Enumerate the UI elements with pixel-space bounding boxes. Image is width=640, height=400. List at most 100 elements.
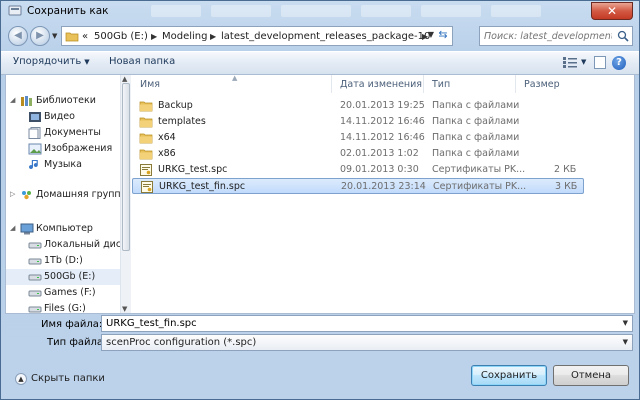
background-ghost <box>151 5 201 17</box>
navigation-scrollbar[interactable]: ▲ ▼ <box>120 75 131 313</box>
chevron-down-icon[interactable]: ▼ <box>623 338 628 346</box>
nav-item[interactable]: 1Tb (D:) <box>6 253 120 269</box>
column-header-name[interactable]: Имя ▲ <box>132 75 332 93</box>
background-ghost <box>361 5 411 17</box>
file-row[interactable]: templates 14.11.2012 16:46 Папка с файлами <box>132 114 584 130</box>
nav-item[interactable]: ◢ Библиотеки <box>6 93 120 109</box>
nav-item[interactable]: Музыка <box>6 157 120 173</box>
expander-icon[interactable]: ▷ <box>10 190 15 198</box>
file-row[interactable]: Backup 20.01.2013 19:25 Папка с файлами <box>132 98 584 114</box>
certificate-file-icon <box>141 181 153 193</box>
help-icon[interactable]: ? <box>612 56 626 70</box>
pictures-icon <box>28 143 42 155</box>
file-date: 14.11.2012 16:46 <box>340 116 425 127</box>
hide-folders-toggle[interactable]: ▲ Скрыть папки <box>15 373 105 387</box>
drive-icon <box>28 306 42 313</box>
nav-item[interactable]: Изображения <box>6 141 120 157</box>
background-ghost <box>421 5 481 17</box>
nav-item[interactable]: Games (F:) <box>6 285 120 301</box>
expander-icon[interactable]: ◢ <box>10 224 15 232</box>
address-row: ◀ ▶ ▼ « 500Gb (E:) ▶ Modeling ▶ latest_d… <box>1 23 639 49</box>
filename-label: Имя файла: <box>41 319 103 330</box>
forward-button[interactable]: ▶ <box>30 26 50 46</box>
libraries-icon <box>21 96 32 106</box>
breadcrumb-modeling[interactable]: Modeling <box>162 31 208 42</box>
breadcrumb-separator-icon[interactable]: ▶ <box>210 32 216 41</box>
nav-item[interactable]: 500Gb (E:) <box>6 269 120 285</box>
command-toolbar: Упорядочить ▼ Новая папка ▼ ? <box>1 51 639 75</box>
background-ghost <box>211 5 271 17</box>
back-button[interactable]: ◀ <box>8 26 28 46</box>
file-size: 2 КБ <box>554 164 577 175</box>
drive-icon <box>28 258 42 265</box>
nav-item[interactable]: Видео <box>6 109 120 125</box>
view-options-dropdown-icon[interactable]: ▼ <box>581 58 586 66</box>
folder-icon <box>139 101 153 112</box>
column-header-size[interactable]: Размер <box>516 75 584 93</box>
new-folder-button[interactable]: Новая папка <box>109 56 175 67</box>
breadcrumb-drive[interactable]: 500Gb (E:) <box>94 31 148 42</box>
file-name: x86 <box>158 148 176 159</box>
chevron-down-icon: ▼ <box>84 58 90 66</box>
file-type: Папка с файлами <box>432 148 520 159</box>
forward-arrow-icon: ▶ <box>36 30 44 41</box>
file-name: x64 <box>158 132 176 143</box>
search-icon[interactable] <box>617 30 629 42</box>
column-header-name-label: Имя <box>140 79 160 90</box>
file-date: 20.01.2013 23:14 <box>341 181 426 192</box>
preview-pane-icon[interactable] <box>594 56 606 69</box>
title-bar[interactable]: Сохранить как ✕ <box>1 1 639 23</box>
close-icon: ✕ <box>606 4 618 18</box>
breadcrumb-current-folder[interactable]: latest_development_releases_package-10 <box>221 31 430 42</box>
cancel-button[interactable]: Отмена <box>553 365 629 386</box>
save-as-dialog: Сохранить как ✕ ◀ ▶ ▼ « 500Gb (E:) ▶ Mod… <box>0 0 640 400</box>
file-name: Backup <box>158 100 193 111</box>
nav-item-label: Библиотеки <box>36 95 96 106</box>
address-history-dropdown-icon[interactable]: ▼ <box>428 30 434 39</box>
file-row[interactable]: URKG_test_fin.spc 20.01.2013 23:14 Сертифи… <box>132 178 584 194</box>
scroll-up-icon[interactable]: ▲ <box>122 75 127 83</box>
drive-icon <box>28 242 42 249</box>
chevron-down-icon[interactable]: ▼ <box>623 319 628 327</box>
breadcrumb-overflow[interactable]: « <box>82 31 88 42</box>
folder-icon <box>139 117 153 128</box>
file-row[interactable]: URKG_test.spc 09.01.2013 0:30 Сертификаты … <box>132 162 584 178</box>
file-row[interactable]: x64 14.11.2012 16:46 Папка с файлами <box>132 130 584 146</box>
view-options-icon[interactable] <box>563 57 577 68</box>
background-ghost <box>491 5 541 17</box>
close-button[interactable]: ✕ <box>591 2 633 20</box>
search-input[interactable] <box>484 29 612 43</box>
nav-item-label: Компьютер <box>36 223 93 234</box>
back-arrow-icon: ◀ <box>14 30 22 41</box>
nav-item[interactable]: ▷ Домашняя группа <box>6 187 120 203</box>
nav-item[interactable]: Локальный диск <box>6 237 120 253</box>
refresh-icon[interactable]: ⇆ <box>436 28 450 44</box>
nav-item[interactable]: ◢ Компьютер <box>6 221 120 237</box>
recent-pages-dropdown-icon[interactable]: ▼ <box>52 32 57 40</box>
file-name: templates <box>158 116 206 127</box>
filetype-select[interactable]: scenProc configuration (*.spc) ▼ <box>101 334 633 351</box>
column-header-date[interactable]: Дата изменения <box>332 75 424 93</box>
file-date: 02.01.2013 1:02 <box>340 148 419 159</box>
nav-item[interactable]: Files (G:) <box>6 301 120 313</box>
column-header-type[interactable]: Тип <box>424 75 516 93</box>
nav-item-label: Видео <box>44 111 75 122</box>
expander-icon[interactable]: ◢ <box>10 96 15 104</box>
save-button[interactable]: Сохранить <box>471 365 547 386</box>
scroll-down-icon[interactable]: ▼ <box>122 305 127 313</box>
video-icon <box>29 112 41 122</box>
scrollbar-thumb[interactable] <box>122 83 130 251</box>
file-row[interactable]: x86 02.01.2013 1:02 Папка с файлами <box>132 146 584 162</box>
chevron-up-icon: ▲ <box>15 373 27 385</box>
address-bar[interactable]: « 500Gb (E:) ▶ Modeling ▶ latest_develop… <box>61 26 453 46</box>
filename-combobox[interactable]: ▼ <box>101 315 633 332</box>
navigation-pane: ◢ Библиотеки Видео Документы Изображения Музы… <box>6 75 120 313</box>
nav-item[interactable]: Документы <box>6 125 120 141</box>
breadcrumb-separator-icon[interactable]: ▶ <box>151 32 157 41</box>
organize-button[interactable]: Упорядочить ▼ <box>13 56 90 67</box>
file-type: Папка с файлами <box>432 132 520 143</box>
search-box[interactable] <box>479 26 633 46</box>
nav-item-label: Музыка <box>44 159 82 170</box>
nav-item-label: Локальный диск <box>44 239 120 250</box>
filename-input[interactable] <box>106 317 606 330</box>
